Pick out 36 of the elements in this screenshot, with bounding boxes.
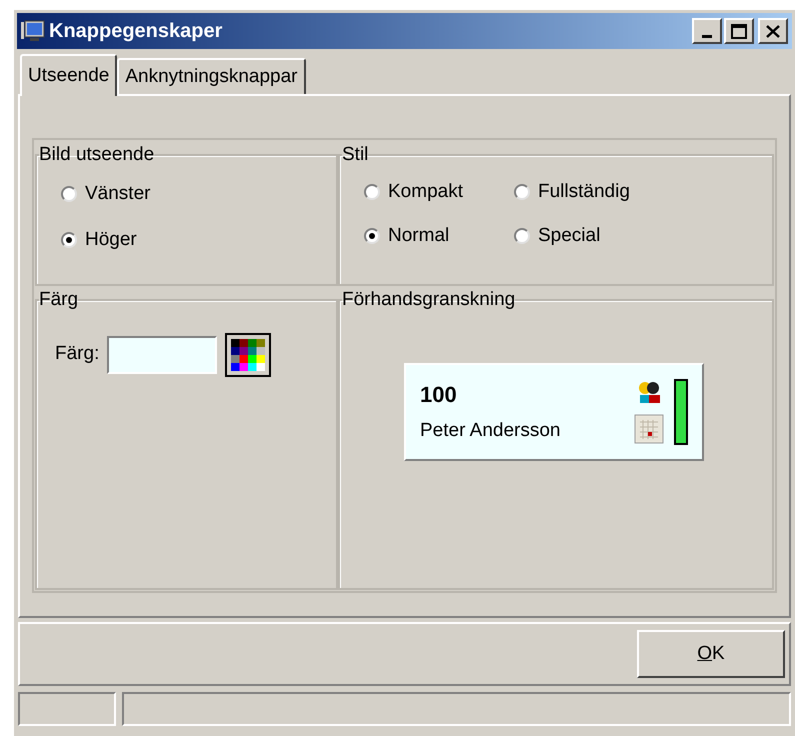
radio-button[interactable]	[364, 184, 380, 200]
radio-button[interactable]	[61, 232, 77, 248]
button-number: 100	[420, 380, 458, 409]
group-title: Stil	[342, 143, 368, 167]
group-title: Bild utseende	[39, 143, 154, 167]
maximize-icon	[731, 24, 747, 38]
radio-button[interactable]	[364, 228, 380, 244]
group-title: Färg	[39, 288, 78, 312]
radio-option[interactable]: Höger	[61, 226, 322, 254]
people-icon	[636, 380, 662, 404]
color-label: Färg:	[55, 342, 100, 366]
radio-option[interactable]: Special	[514, 222, 664, 250]
color-picker-button[interactable]	[225, 332, 272, 376]
radio-option[interactable]: Vänster	[61, 180, 322, 208]
tab[interactable]: Utseende	[20, 54, 118, 96]
monitor-icon	[21, 20, 45, 42]
minimize-icon	[702, 35, 712, 38]
radio-option[interactable]: Normal	[364, 222, 514, 250]
status-indicator	[674, 378, 688, 444]
person-name: Peter Andersson	[420, 418, 560, 443]
maximize-button[interactable]	[724, 18, 754, 44]
minimize-button[interactable]	[692, 18, 722, 44]
close-button[interactable]	[758, 18, 788, 44]
radio-button[interactable]	[514, 228, 530, 244]
close-icon	[766, 24, 780, 38]
window-title: Knappegenskaper	[49, 19, 222, 44]
ok-button[interactable]: OK	[637, 630, 785, 678]
calendar-icon	[634, 414, 664, 444]
color-palette-icon	[231, 338, 266, 370]
radio-option[interactable]: Kompakt	[364, 178, 514, 206]
color-field[interactable]	[107, 336, 218, 374]
radio-button[interactable]	[61, 186, 77, 202]
radio-button[interactable]	[514, 184, 530, 200]
tab[interactable]: Anknytningsknappar	[117, 58, 306, 94]
group-title: Förhandsgranskning	[342, 288, 516, 312]
radio-option[interactable]: Fullständig	[514, 178, 664, 206]
